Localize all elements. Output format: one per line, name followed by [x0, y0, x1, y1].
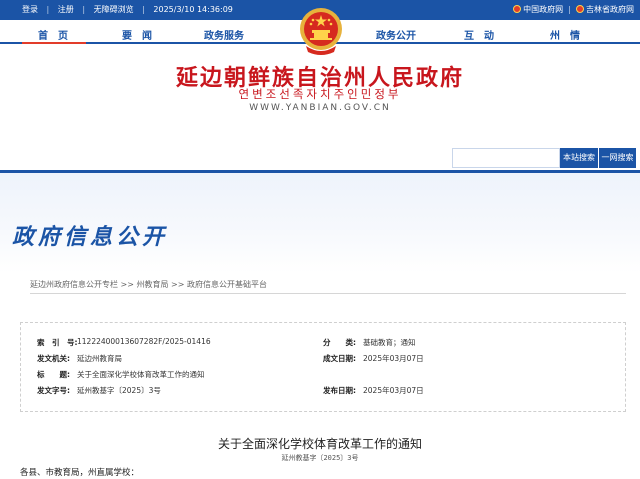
- national-emblem-icon: [513, 5, 522, 13]
- title-label: 标 题:: [37, 370, 70, 379]
- site-url: WWW.YANBIAN.GOV.CN: [249, 103, 391, 113]
- site-title-korean: 연변조선족자치주인민정부: [238, 87, 402, 101]
- nav-active-indicator: [22, 42, 86, 44]
- nav-item-services[interactable]: 政务服务: [204, 27, 244, 42]
- search-input[interactable]: [452, 148, 560, 168]
- divider: |: [82, 5, 86, 14]
- national-emblem-icon: [576, 5, 584, 13]
- title-value: 关于全面深化学校体育改革工作的通知: [77, 370, 205, 379]
- accessibility-link[interactable]: 无障碍浏览: [94, 5, 134, 14]
- document-salutation: 各县、市教育局，州直属学校：: [20, 468, 140, 478]
- nav-item-about[interactable]: 州 情: [550, 27, 580, 42]
- published-date-label: 发布日期:: [323, 386, 356, 395]
- breadcrumb-divider: [30, 293, 626, 294]
- divider: |: [142, 5, 145, 14]
- site-search-button[interactable]: 本站搜索: [560, 148, 598, 168]
- register-link[interactable]: 注册: [58, 5, 74, 14]
- issuer-value: 延边州教育局: [77, 354, 122, 363]
- meta-row: 标 题: 关于全面深化学校体育改革工作的通知: [21, 369, 627, 385]
- login-link[interactable]: 登录: [22, 5, 38, 14]
- breadcrumb[interactable]: 延边州政府信息公开专栏 >> 州教育局 >> 政府信息公开基础平台: [30, 279, 267, 290]
- all-search-button[interactable]: 一网搜索: [598, 148, 636, 168]
- index-label: 索 引 号:: [37, 338, 78, 347]
- created-date-value: 2025年03月07日: [363, 354, 424, 363]
- nav-item-home[interactable]: 首 页: [38, 27, 68, 42]
- national-emblem-icon: [300, 8, 342, 55]
- category-value: 基础教育；通知: [363, 338, 416, 347]
- jilin-portal-link[interactable]: 吉林省政府网: [586, 5, 634, 14]
- issuer-label: 发文机关:: [37, 354, 70, 363]
- meta-row: 索 引 号: 11222400013607282F/2025-01416 分 类…: [21, 337, 627, 353]
- section-banner: 政府信息公开: [0, 173, 640, 273]
- index-value: 11222400013607282F/2025-01416: [77, 337, 211, 346]
- meta-row: 发文字号: 延州教基字〔2025〕3号 发布日期: 2025年03月07日: [21, 385, 627, 401]
- created-date-label: 成文日期:: [323, 354, 356, 363]
- nav-item-disclosure[interactable]: 政务公开: [376, 27, 416, 42]
- nav-item-news[interactable]: 要 闻: [122, 27, 152, 42]
- doc-number-value: 延州教基字〔2025〕3号: [77, 386, 161, 395]
- meta-row: 发文机关: 延边州教育局 成文日期: 2025年03月07日: [21, 353, 627, 369]
- gov-portal-link[interactable]: 中国政府网: [523, 5, 563, 14]
- document-meta-box: 索 引 号: 11222400013607282F/2025-01416 分 类…: [20, 322, 626, 412]
- doc-number-label: 发文字号:: [37, 386, 70, 395]
- published-date-value: 2025年03月07日: [363, 386, 424, 395]
- divider: |: [46, 5, 50, 14]
- divider: |: [565, 5, 574, 14]
- category-label: 分 类:: [323, 338, 356, 347]
- nav-item-interaction[interactable]: 互 动: [464, 27, 494, 42]
- document-number: 延州教基字〔2025〕3号: [281, 454, 359, 462]
- document-title: 关于全面深化学校体育改革工作的通知: [217, 437, 422, 451]
- datetime-text: 2025/3/10 14:36:09: [153, 5, 233, 14]
- banner-title: 政府信息公开: [12, 225, 169, 250]
